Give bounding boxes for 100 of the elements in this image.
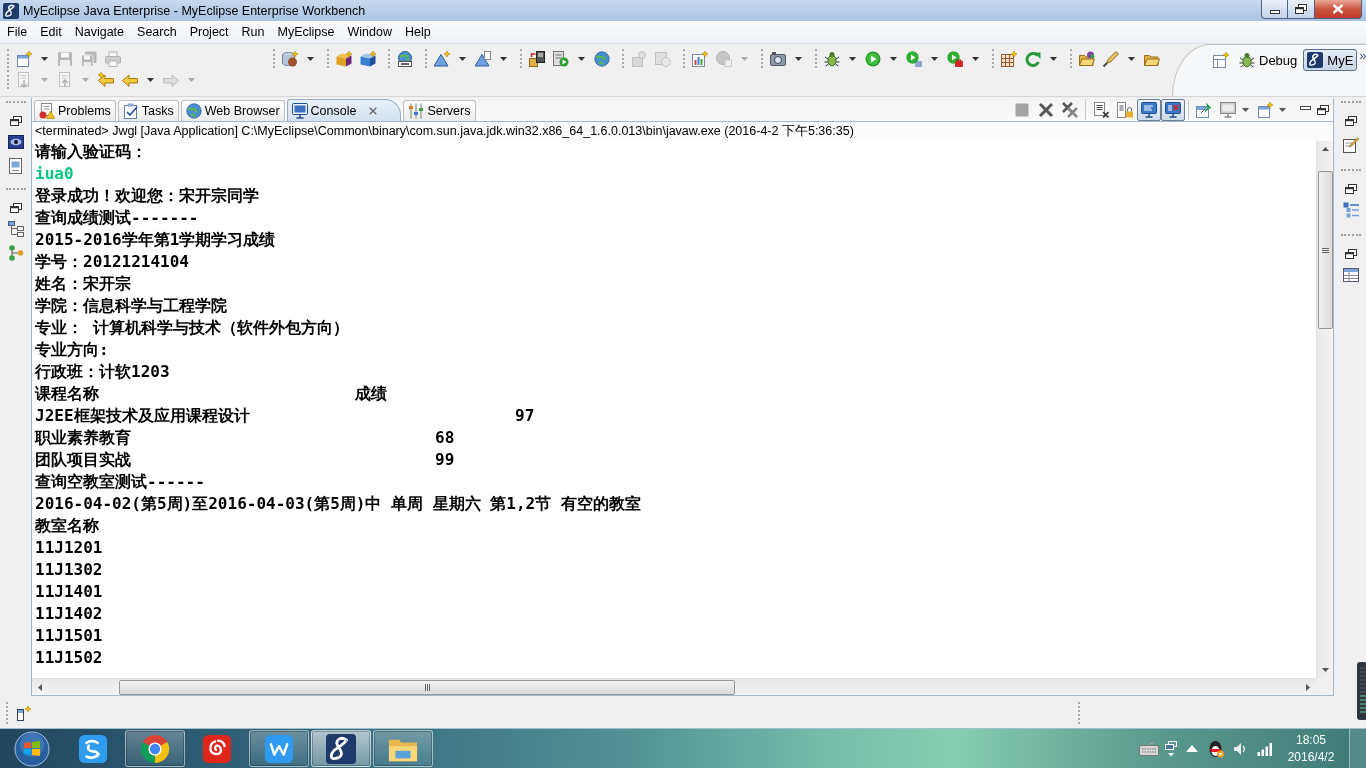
restore-icon[interactable] [1345,116,1357,126]
menu-item[interactable]: Navigate [68,25,131,39]
restore-icon[interactable] [1317,104,1329,115]
up-caret-icon[interactable] [1186,745,1198,752]
scrollbar-thumb[interactable] [119,679,735,695]
caret-icon[interactable] [500,56,507,61]
play-toolbox-icon[interactable] [947,50,963,67]
glyph-tile-icon[interactable] [78,733,108,764]
lock-document-icon[interactable] [1117,101,1133,118]
globe-icon[interactable] [397,50,413,67]
vertical-scrollbar[interactable] [1316,141,1333,678]
chart-icon[interactable] [692,50,708,67]
edit-icon[interactable] [1343,137,1359,153]
server-icon[interactable] [553,50,569,67]
triangle-icon[interactable] [434,50,450,67]
taskbar-button[interactable] [311,730,371,767]
back-arrow-icon[interactable] [122,71,138,88]
caret-icon[interactable] [1279,107,1286,112]
menu-item[interactable]: Window [340,25,399,39]
add-view-icon[interactable] [16,704,32,721]
camera-icon[interactable] [770,50,786,67]
menu-item[interactable]: MyEclipse [271,25,341,39]
caret-icon[interactable] [890,56,897,61]
tree-icon[interactable] [7,245,24,261]
clear-document-icon[interactable] [1093,101,1109,118]
caret-icon[interactable] [459,56,466,61]
pin-icon[interactable] [1196,101,1212,118]
view-tab[interactable]: Problems [34,100,116,121]
caret-icon[interactable] [578,56,585,61]
folder-icon[interactable] [1079,50,1095,67]
new-window-icon[interactable] [1257,101,1273,118]
minimize-button[interactable] [1261,0,1288,19]
menu-item[interactable]: Help [398,25,438,39]
caret-icon[interactable] [147,77,154,82]
cube-icon[interactable] [360,50,376,67]
start-orb-icon[interactable] [13,730,50,767]
penguin-icon[interactable] [1208,739,1224,758]
menu-item[interactable]: Edit [33,25,69,39]
cross-icon[interactable] [1038,101,1054,118]
restore-icon[interactable] [1345,184,1357,194]
refresh-icon[interactable] [1025,50,1041,67]
caret-icon[interactable] [1242,107,1249,112]
caret-icon[interactable] [1050,56,1057,61]
bug-icon[interactable] [824,50,840,67]
server-boxes-icon[interactable] [529,50,545,67]
restore-icon[interactable] [1345,249,1357,259]
play-list-icon[interactable] [906,50,922,67]
taskbar-button[interactable] [249,730,309,767]
play-icon[interactable] [865,50,881,67]
view-tab[interactable]: Servers [403,100,476,121]
scroll-left-icon[interactable] [38,683,42,691]
caret-icon[interactable] [972,56,979,61]
back-arrow-icon[interactable] [98,71,114,88]
scroll-down-icon[interactable] [1321,668,1329,672]
restore-button[interactable] [1288,0,1315,19]
new-window-icon[interactable] [16,50,32,67]
database-icon[interactable] [282,50,298,67]
swirl-tile-icon[interactable] [202,733,232,764]
scroll-right-icon[interactable] [1306,683,1310,691]
grid-icon[interactable] [1001,50,1017,67]
taskbar-button[interactable] [373,730,433,767]
restore-icon[interactable] [9,203,22,213]
window-icon[interactable] [1165,740,1177,757]
outline-icon[interactable] [1343,202,1359,218]
menu-item[interactable]: Run [235,25,271,39]
taskbar-button[interactable] [125,730,185,767]
perspective-button[interactable]: Debug [1235,49,1302,71]
view-tab[interactable]: Web Browser [180,100,285,121]
globe-icon[interactable] [594,50,610,67]
caret-icon[interactable] [931,56,938,61]
scrollbar-thumb[interactable] [1317,171,1333,329]
grid-window-icon[interactable] [1213,52,1229,68]
hierarchy-icon[interactable] [7,221,24,237]
caret-icon[interactable] [795,56,802,61]
cube-icon[interactable] [336,50,352,67]
signal-bars-icon[interactable] [1257,741,1273,756]
close-icon[interactable] [368,105,379,116]
pen-icon[interactable] [1103,50,1119,67]
view-tab[interactable]: Tasks [117,100,179,121]
menu-item[interactable]: Search [130,25,184,39]
eye-icon[interactable] [7,134,24,150]
caret-icon[interactable] [307,56,314,61]
more-chevron[interactable]: » [1359,49,1366,63]
restore-icon[interactable] [9,116,22,126]
clock-time[interactable]: 18:05 [1296,731,1326,749]
caret-icon[interactable] [41,56,48,61]
close-button[interactable] [1315,0,1362,19]
caret-icon[interactable] [1128,56,1135,61]
triangle-icon[interactable] [475,50,491,67]
keyboard-icon[interactable] [1139,741,1159,756]
horizontal-scrollbar[interactable] [32,678,1316,695]
minimize-icon[interactable] [1300,105,1311,110]
menu-item[interactable]: File [0,25,34,39]
clock-date[interactable]: 2016/4/2 [1287,748,1335,766]
speaker-icon[interactable] [1233,741,1247,756]
caret-icon[interactable] [849,56,856,61]
table-icon[interactable] [1343,267,1359,283]
scroll-up-icon[interactable] [1321,147,1329,151]
menu-item[interactable]: Project [183,25,236,39]
view-tab[interactable]: Console [286,99,402,121]
